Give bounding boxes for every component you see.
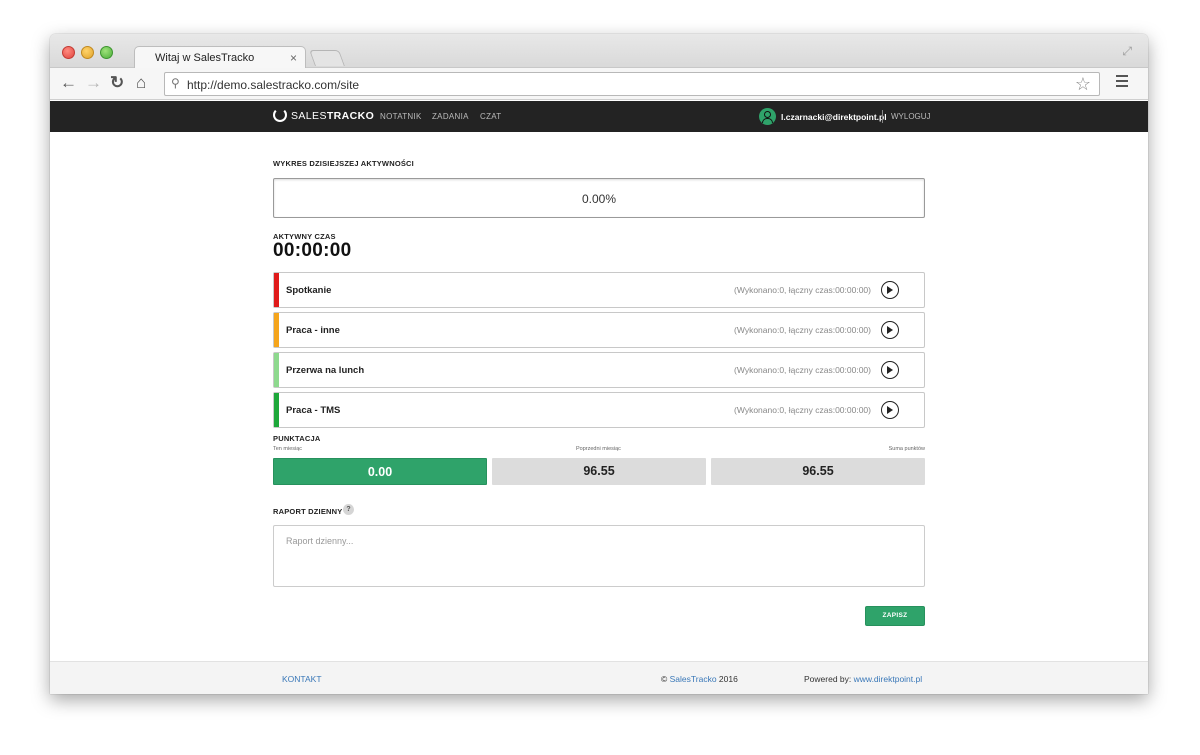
minimize-window-button[interactable] — [81, 46, 94, 59]
activity-name: Spotkanie — [286, 285, 332, 296]
daily-report-input[interactable] — [273, 525, 925, 587]
footer-salestracko-link[interactable]: SalesTracko — [670, 674, 717, 684]
logo-text-bold: TRACKO — [326, 110, 375, 122]
points-this-month: 0.00 — [273, 458, 487, 485]
points-caption-total: Suma punktów — [888, 446, 925, 452]
activity-stats: (Wykonano:0, łączny czas:00:00:00) — [734, 365, 871, 375]
activity-chart-title: WYKRES DZISIEJSZEJ AKTYWNOŚCI — [273, 159, 414, 168]
app-page: SALESTRACKO NOTATNIK ZADANIA CZAT l.czar… — [50, 101, 1148, 694]
footer-copyright: © SalesTracko 2016 — [661, 674, 738, 684]
activity-row-praca-tms: Praca - TMS (Wykonano:0, łączny czas:00:… — [273, 392, 925, 428]
help-icon[interactable]: ? — [343, 504, 354, 515]
play-icon[interactable] — [881, 401, 899, 419]
activity-row-praca-inne: Praca - inne (Wykonano:0, łączny czas:00… — [273, 312, 925, 348]
activity-color-bar — [274, 273, 279, 307]
activity-row-spotkanie: Spotkanie (Wykonano:0, łączny czas:00:00… — [273, 272, 925, 308]
browser-titlebar: Witaj w SalesTracko × ⤢ — [50, 34, 1148, 69]
activity-color-bar — [274, 393, 279, 427]
nav-link-czat[interactable]: CZAT — [480, 112, 502, 121]
footer-direktpoint-link[interactable]: www.direktpoint.pl — [854, 674, 923, 684]
activity-stats: (Wykonano:0, łączny czas:00:00:00) — [734, 325, 871, 335]
browser-menu-icon[interactable] — [1116, 75, 1128, 87]
nav-link-notatnik[interactable]: NOTATNIK — [380, 112, 422, 121]
progress-label: 0.00% — [581, 192, 617, 206]
logo-text-light: SALES — [291, 110, 327, 122]
activity-color-bar — [274, 353, 279, 387]
reload-icon[interactable]: ↻ — [110, 73, 124, 93]
play-icon[interactable] — [881, 361, 899, 379]
copyright-prefix: © — [661, 674, 670, 684]
play-icon[interactable] — [881, 321, 899, 339]
nav-divider — [882, 110, 883, 123]
forward-arrow-icon[interactable]: → — [85, 73, 102, 93]
url-text[interactable]: http://demo.salestracko.com/site — [187, 78, 359, 92]
activity-name: Przerwa na lunch — [286, 365, 365, 376]
nav-link-zadania[interactable]: ZADANIA — [432, 112, 469, 121]
page-footer: KONTAKT © SalesTracko 2016 Powered by: w… — [50, 661, 1148, 694]
activity-progress-bar: 0.00% — [273, 178, 925, 218]
browser-tab[interactable]: Witaj w SalesTracko × — [134, 46, 306, 69]
activity-stats: (Wykonano:0, łączny czas:00:00:00) — [734, 285, 871, 295]
powered-prefix: Powered by: — [804, 674, 854, 684]
activity-color-bar — [274, 313, 279, 347]
tab-close-icon[interactable]: × — [290, 51, 297, 65]
app-navbar: SALESTRACKO NOTATNIK ZADANIA CZAT l.czar… — [50, 101, 1148, 132]
address-bar[interactable]: ⚲ http://demo.salestracko.com/site ☆ — [164, 72, 1100, 96]
save-button[interactable]: ZAPISZ — [865, 606, 925, 626]
search-icon: ⚲ — [171, 76, 180, 90]
activity-name: Praca - inne — [286, 325, 340, 336]
new-tab-button[interactable] — [309, 50, 345, 66]
activity-stats: (Wykonano:0, łączny czas:00:00:00) — [734, 405, 871, 415]
close-window-button[interactable] — [62, 46, 75, 59]
activity-row-przerwa-na-lunch: Przerwa na lunch (Wykonano:0, łączny cza… — [273, 352, 925, 388]
points-total: 96.55 — [711, 458, 925, 485]
tab-title: Witaj w SalesTracko — [155, 52, 255, 64]
activity-name: Praca - TMS — [286, 405, 341, 416]
bookmark-star-icon[interactable]: ☆ — [1075, 74, 1091, 95]
user-email[interactable]: l.czarnacki@direktpoint.pl — [781, 112, 887, 122]
logo-icon — [273, 108, 287, 122]
browser-toolbar: ← → ↻ ⌂ ⚲ http://demo.salestracko.com/si… — [50, 68, 1148, 100]
active-time-value: 00:00:00 — [273, 240, 352, 261]
browser-window: Witaj w SalesTracko × ⤢ ← → ↻ ⌂ ⚲ http:/… — [50, 34, 1148, 694]
daily-report-title: RAPORT DZIENNY — [273, 507, 343, 516]
app-logo[interactable]: SALESTRACKO — [291, 110, 374, 122]
points-caption-this-month: Ten miesiąc — [273, 446, 303, 452]
user-avatar-icon — [759, 108, 776, 125]
fullscreen-icon[interactable]: ⤢ — [1122, 44, 1132, 59]
points-title: PUNKTACJA — [273, 434, 321, 443]
maximize-window-button[interactable] — [100, 46, 113, 59]
points-previous-month: 96.55 — [492, 458, 706, 485]
play-icon[interactable] — [881, 281, 899, 299]
logout-link[interactable]: WYLOGUJ — [891, 112, 931, 121]
back-arrow-icon[interactable]: ← — [60, 73, 77, 93]
home-icon[interactable]: ⌂ — [136, 73, 146, 93]
points-caption-previous-month: Poprzedni miesiąc — [576, 446, 621, 452]
footer-contact-link[interactable]: KONTAKT — [282, 674, 322, 684]
copyright-year: 2016 — [716, 674, 738, 684]
footer-powered-by: Powered by: www.direktpoint.pl — [804, 674, 922, 684]
